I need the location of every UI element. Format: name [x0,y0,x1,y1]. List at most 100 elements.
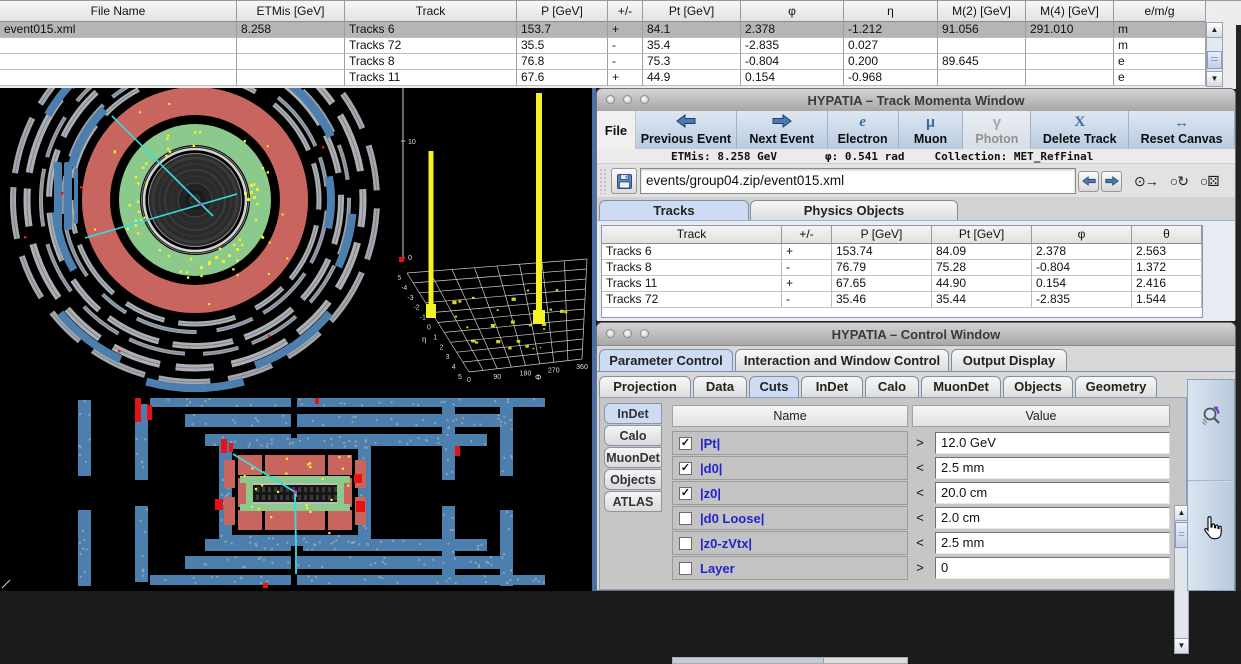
tab-cuts[interactable]: Cuts [749,376,799,397]
table-cell[interactable] [1026,54,1114,70]
table-cell[interactable]: + [608,70,643,86]
scroll-up-button[interactable]: ▲ [1207,23,1222,38]
checkbox-unchecked[interactable] [679,537,692,550]
tab-calo[interactable]: Calo [865,376,919,397]
table-cell[interactable]: 35.44 [932,292,1032,308]
scrollbar-thumb[interactable] [1207,51,1222,69]
table-cell[interactable] [1026,70,1114,86]
detector-end-view-panel[interactable] [0,88,398,398]
table-cell[interactable]: 0.027 [844,38,938,54]
checkbox-unchecked[interactable] [679,512,692,525]
checkbox-checked[interactable]: ✓ [679,462,692,475]
table-cell[interactable]: - [782,260,832,276]
table-cell[interactable] [237,70,345,86]
table-cell[interactable]: - [608,38,643,54]
table-row[interactable]: Tracks 1167.6+44.90.154-0.968e [0,70,1241,86]
table-cell[interactable]: 35.46 [832,292,932,308]
table-cell[interactable]: -0.804 [1032,260,1132,276]
previous-event-button[interactable]: Previous Event [636,111,737,149]
table-cell[interactable]: Tracks 11 [602,276,782,292]
tab-data[interactable]: Data [693,376,747,397]
window-control-buttons[interactable] [606,329,649,338]
track-row[interactable]: Tracks 11+67.6544.900.1542.416 [602,276,1202,292]
track-row[interactable]: Tracks 8-76.7975.28-0.8041.372 [602,260,1202,276]
checkbox-unchecked[interactable] [679,562,692,575]
event-random-icon[interactable]: ○⚄ [1200,173,1219,190]
cut-value-field[interactable]: 2.0 cm [935,507,1170,529]
reset-canvas-button[interactable]: ↔Reset Canvas [1129,111,1235,149]
table-cell[interactable]: m [1114,22,1206,38]
table-cell[interactable]: 44.90 [932,276,1032,292]
previous-file-button[interactable] [1078,171,1099,192]
table-cell[interactable]: 35.5 [517,38,608,54]
tab-output-display[interactable]: Output Display [951,349,1067,371]
checkbox-checked[interactable]: ✓ [679,487,692,500]
side-tab-atlas[interactable]: ATLAS [604,491,662,512]
table-cell[interactable]: 2.416 [1132,276,1202,292]
track-row[interactable]: Tracks 72-35.4635.44-2.8351.544 [602,292,1202,308]
column-header[interactable]: η [844,1,938,22]
side-tab-muondet[interactable]: MuonDet [604,447,662,468]
photon-button[interactable]: γPhoton [963,111,1031,149]
column-header[interactable]: θ [1132,226,1202,244]
table-cell[interactable] [237,38,345,54]
column-header[interactable]: P [GeV] [832,226,932,244]
table-cell[interactable]: 76.79 [832,260,932,276]
table-cell[interactable]: 0.200 [844,54,938,70]
table-cell[interactable]: e [1114,70,1206,86]
track-window-titlebar[interactable]: HYPATIA – Track Momenta Window [597,89,1235,112]
checkbox-checked[interactable]: ✓ [679,437,692,450]
table-vertical-scrollbar[interactable]: ▲ ▼ [1206,22,1223,87]
table-cell[interactable]: 75.3 [643,54,741,70]
cut-value-field[interactable]: 2.5 mm [935,532,1170,554]
tab-indet[interactable]: InDet [801,376,863,397]
tab-tracks[interactable]: Tracks [599,200,749,220]
column-header[interactable]: +/- [782,226,832,244]
table-cell[interactable]: -2.835 [741,38,844,54]
table-cell[interactable] [237,54,345,70]
control-window-titlebar[interactable]: HYPATIA – Control Window [597,323,1235,346]
table-cell[interactable] [938,38,1026,54]
track-row[interactable]: Tracks 6+153.7484.092.3782.563 [602,244,1202,260]
zoom-window-button[interactable] [640,95,649,104]
table-row[interactable]: Tracks 876.8-75.3-0.8040.20089.645e [0,54,1241,70]
column-header[interactable]: M(4) [GeV] [1026,1,1114,22]
table-cell[interactable]: 0.154 [1032,276,1132,292]
table-cell[interactable]: e [1114,54,1206,70]
table-cell[interactable] [0,38,237,54]
column-header[interactable]: φ [741,1,844,22]
column-header[interactable]: Track [345,1,517,22]
table-cell[interactable]: 91.056 [938,22,1026,38]
column-header[interactable]: ETMis [GeV] [237,1,345,22]
table-cell[interactable] [0,54,237,70]
event-step-icon[interactable]: ⊙→ [1134,173,1158,190]
scroll-down-button[interactable]: ▼ [1175,638,1188,653]
zoom-magnifier-icon[interactable] [1200,404,1224,428]
table-cell[interactable]: -0.804 [741,54,844,70]
muon-button[interactable]: μMuon [899,111,964,149]
column-header[interactable]: Track [602,226,782,244]
tab-projection[interactable]: Projection [599,376,691,397]
side-tab-objects[interactable]: Objects [604,469,662,490]
table-cell[interactable]: 1.544 [1132,292,1202,308]
table-cell[interactable]: 8.258 [237,22,345,38]
table-cell[interactable]: 67.6 [517,70,608,86]
table-cell[interactable]: 89.645 [938,54,1026,70]
column-header[interactable]: φ [1032,226,1132,244]
table-cell[interactable]: event015.xml [0,22,237,38]
table-cell[interactable]: + [782,276,832,292]
side-tab-indet[interactable]: InDet [604,403,662,424]
cuts-horizontal-scrollbar[interactable] [672,657,908,664]
table-cell[interactable]: Tracks 6 [345,22,517,38]
tab-interaction-and-window-control[interactable]: Interaction and Window Control [735,349,949,371]
cut-value-field[interactable]: 20.0 cm [935,482,1170,504]
minimize-window-button[interactable] [623,95,632,104]
delete-track-button[interactable]: XDelete Track [1031,111,1129,149]
table-cell[interactable]: 153.7 [517,22,608,38]
table-cell[interactable]: 84.1 [643,22,741,38]
table-cell[interactable]: -2.835 [1032,292,1132,308]
table-cell[interactable] [1026,38,1114,54]
table-cell[interactable]: 44.9 [643,70,741,86]
electron-button[interactable]: eElectron [828,111,899,149]
table-cell[interactable]: -0.968 [844,70,938,86]
